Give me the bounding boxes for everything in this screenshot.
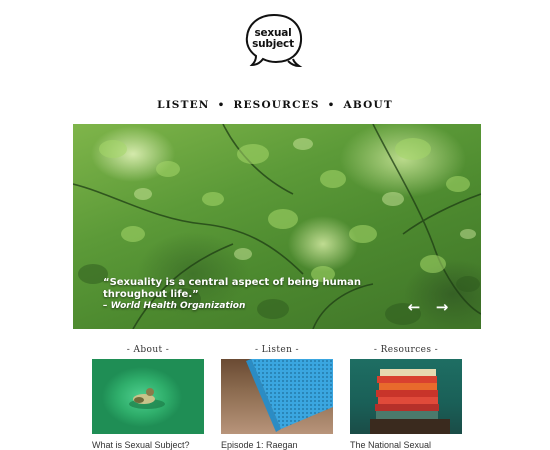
- card-listen: - Listen - Episode 1: Raegan: [221, 344, 333, 450]
- card-thumbnail-listen[interactable]: [221, 359, 333, 434]
- nav-separator: •: [217, 99, 226, 111]
- arrow-left-icon[interactable]: ←: [405, 300, 423, 315]
- card-thumbnail-resources[interactable]: [350, 359, 462, 434]
- card-category: - Resources -: [373, 345, 439, 355]
- nav-item-resources[interactable]: RESOURCES: [234, 99, 320, 111]
- card-about: - About - What is Sexual Subject?: [92, 344, 204, 450]
- card-category: - About -: [126, 345, 170, 355]
- card-resources: - Resources - The National Sexual: [350, 344, 462, 450]
- page: sexual subject LISTEN • RESOURCES • ABOUT: [0, 0, 550, 450]
- card-thumbnail-about[interactable]: [92, 359, 204, 434]
- main-nav: LISTEN • RESOURCES • ABOUT: [0, 99, 550, 113]
- site-logo[interactable]: sexual subject: [244, 12, 306, 72]
- arrow-right-icon[interactable]: →: [433, 300, 451, 315]
- nav-item-about[interactable]: ABOUT: [344, 99, 393, 111]
- hero-quote: “Sexuality is a central aspect of being …: [103, 277, 361, 300]
- nav-item-listen[interactable]: LISTEN: [157, 99, 210, 111]
- hero-slider[interactable]: “Sexuality is a central aspect of being …: [73, 124, 481, 329]
- book-stack-image: [370, 369, 450, 434]
- duck-toy-image: [129, 388, 165, 409]
- card-caption[interactable]: Episode 1: Raegan: [221, 440, 333, 450]
- logo-text: sexual subject: [244, 28, 302, 50]
- card-category: - Listen -: [254, 345, 300, 355]
- card-caption[interactable]: What is Sexual Subject?: [92, 440, 204, 450]
- nav-separator: •: [327, 99, 336, 111]
- hero-attribution: – World Health Organization: [103, 301, 246, 311]
- card-caption[interactable]: The National Sexual: [350, 440, 462, 450]
- speaker-image: [246, 359, 333, 432]
- logo-line-2: subject: [252, 38, 294, 50]
